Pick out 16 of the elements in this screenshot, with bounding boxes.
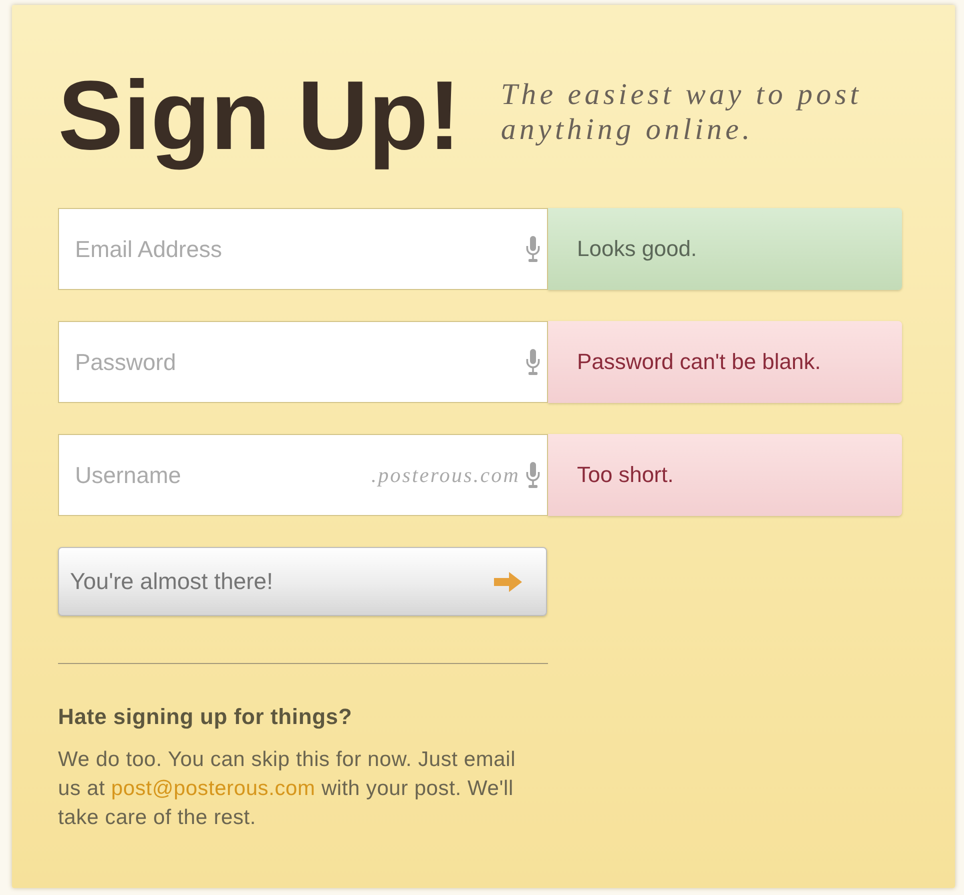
input-field[interactable]: Password: [58, 321, 548, 403]
validation-message: Too short.: [548, 434, 902, 516]
section-heading: Hate signing up for things?: [58, 704, 354, 730]
microphone-icon[interactable]: [526, 349, 540, 375]
input-field[interactable]: Email Address: [58, 208, 548, 290]
microphone-icon[interactable]: [526, 236, 540, 262]
submit-button[interactable]: You're almost there!: [58, 547, 547, 616]
tagline: The easiest way to post anything online.: [500, 77, 863, 147]
validation-message: Looks good.: [548, 208, 902, 290]
email-link[interactable]: post@posterous.com: [111, 777, 316, 800]
domain-suffix: .posterous.com: [371, 462, 520, 488]
help-text: We do too. You can skip this for now. Just email us at post@posterous.com with your post. We'll take care of the rest.: [58, 747, 517, 831]
validation-message: Password can't be blank.: [548, 321, 902, 403]
microphone-icon[interactable]: [526, 462, 540, 488]
page-title: Sign Up!: [58, 59, 461, 172]
arrow-icon: [494, 572, 522, 592]
